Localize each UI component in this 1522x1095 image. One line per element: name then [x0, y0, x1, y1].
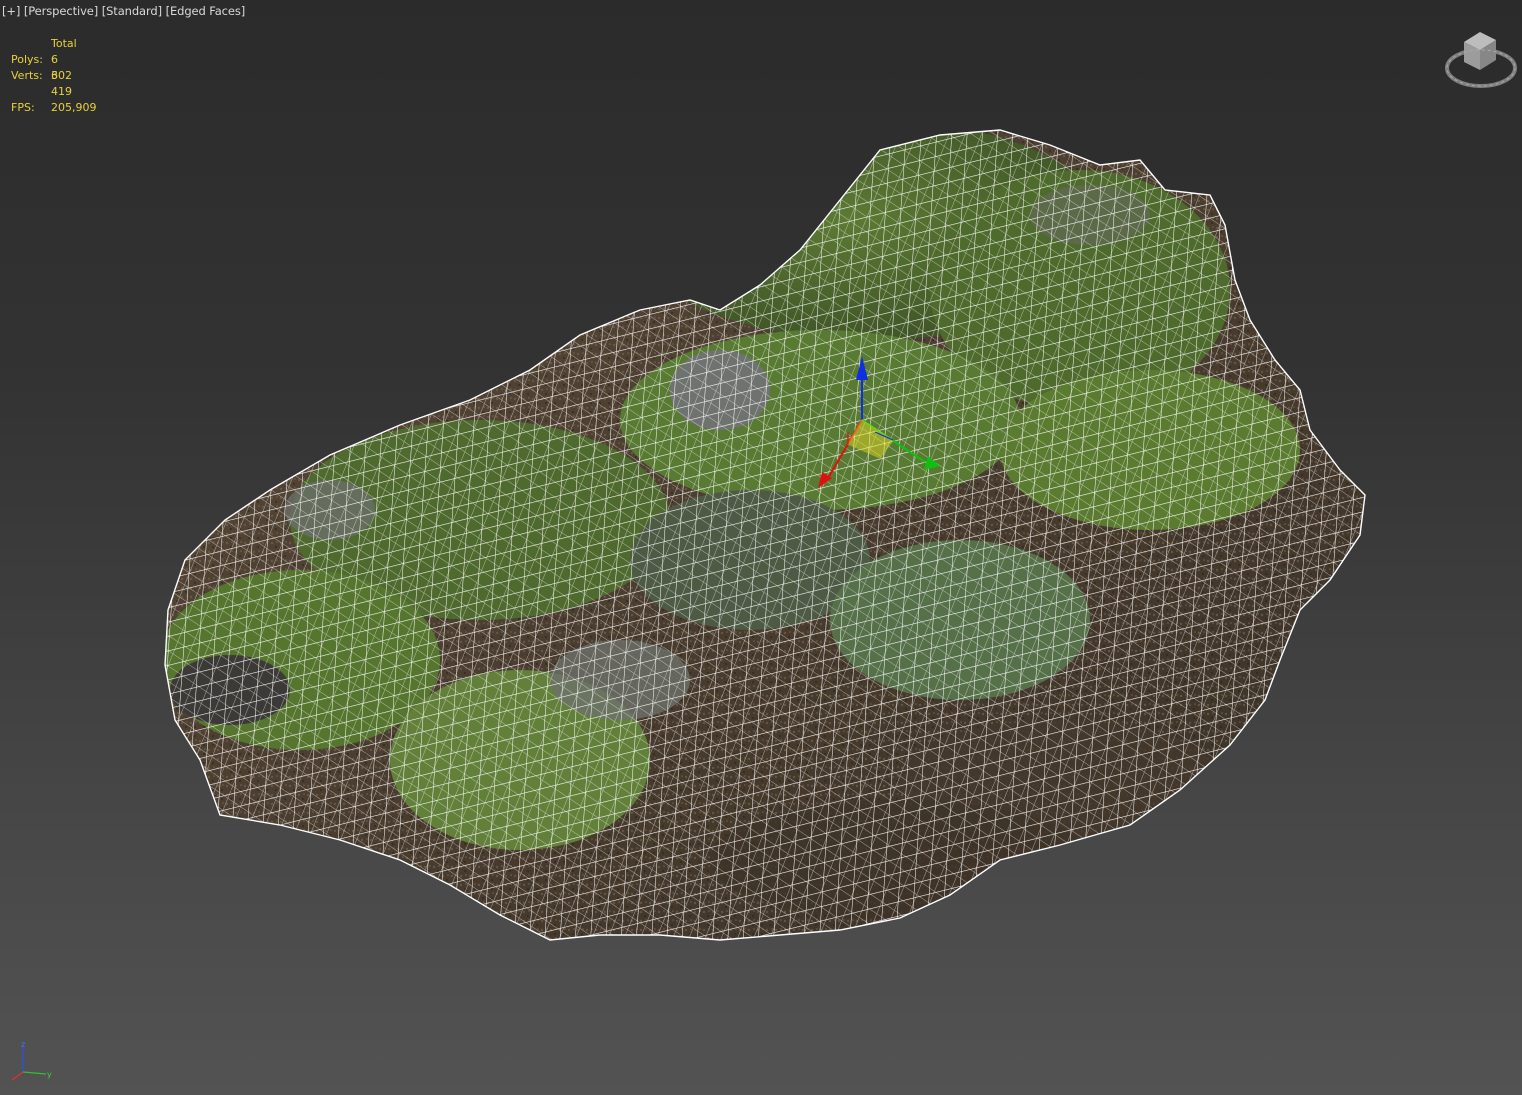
fps-label: FPS:: [11, 101, 35, 114]
viewport-shading-menu[interactable]: [Standard]: [102, 4, 162, 18]
viewport-view-menu[interactable]: [Perspective]: [24, 4, 98, 18]
fps-value: 205,909: [51, 101, 97, 114]
polys-label: Polys:: [11, 53, 43, 66]
rock-mesh-render[interactable]: [0, 0, 1522, 1095]
svg-text:y: y: [47, 1070, 52, 1079]
viewport-display-mode-menu[interactable]: [Edged Faces]: [166, 4, 246, 18]
verts-label: Verts:: [11, 69, 43, 82]
stats-header: Total: [51, 37, 77, 50]
viewcube-icon[interactable]: [1440, 28, 1518, 94]
svg-text:z: z: [21, 1040, 25, 1049]
viewport-label-menu: [+] [Perspective] [Standard] [Edged Face…: [2, 4, 245, 18]
viewport-general-menu[interactable]: [+]: [2, 4, 20, 18]
world-axis-tripod-icon: z y: [11, 1040, 52, 1081]
verts-value: 6 419: [51, 69, 72, 98]
perspective-viewport[interactable]: [+] [Perspective] [Standard] [Edged Face…: [0, 0, 1522, 1095]
